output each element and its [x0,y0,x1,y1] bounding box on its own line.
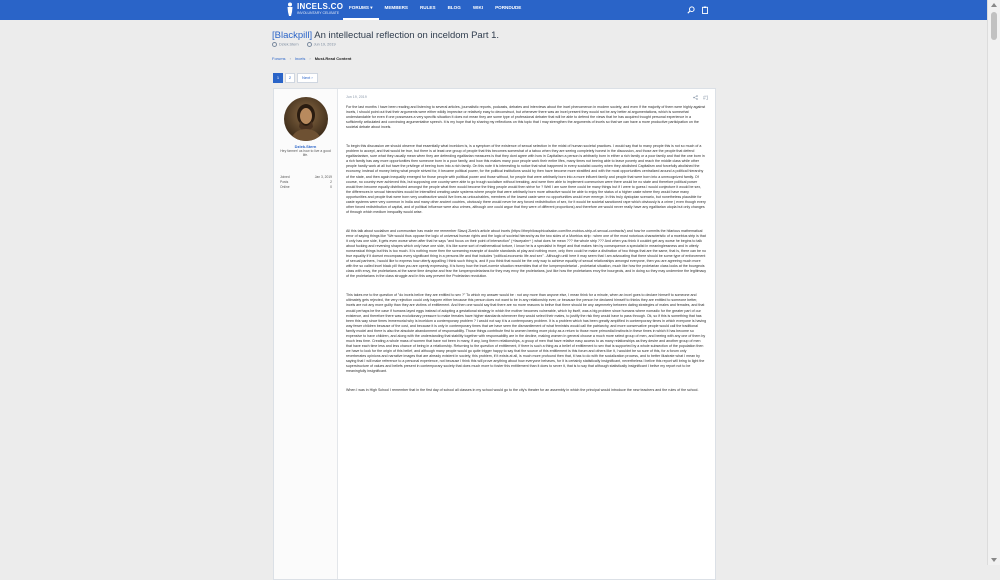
nav-porndude[interactable]: PORNDUDE [489,0,527,20]
post: Dzlek.Stern Hey farmer! us how to live a… [273,88,716,580]
scroll-down-arrow-icon[interactable] [991,558,997,562]
breadcrumb-separator-icon: › [289,56,291,61]
breadcrumb: Forums › Incels › Must-Read Content [272,56,351,61]
thread-author-name: Dzlek.Stern [279,42,299,47]
thread-prefix[interactable]: [Blackpill] [272,30,312,41]
clipboard-icon[interactable] [701,6,709,14]
breadcrumb-must-read[interactable]: Must-Read Content [315,56,352,61]
thread-title-text: An intellectual reflection on inceldom P… [314,30,500,41]
user-stat-online: Online 0 [280,185,332,189]
next-page-button[interactable]: Next › [297,73,318,83]
svg-text:#1: #1 [703,96,708,101]
post-body: For the last months I have been reading … [346,105,707,404]
user-stat-value: 0 [330,185,332,189]
thread-author[interactable]: Dzlek.Stern [272,42,299,47]
post-paragraph: All this talk about socialism and commun… [346,228,707,279]
search-icon[interactable] [687,6,695,14]
user-stat-value: 2 [330,180,332,184]
nav-rules[interactable]: RULES [414,0,442,20]
post-paragraph: This takes me to the question of "do inc… [346,293,707,374]
post-paragraph: To begin this discussion we should obser… [346,144,706,214]
user-stat-label: Posts [280,180,289,184]
top-navbar: INCELS.CO INVOLUNTARY CELIBATE FORUMS ▾ … [0,0,988,20]
breadcrumb-forums[interactable]: Forums [272,56,286,61]
share-icon[interactable] [693,95,698,100]
post-paragraph: When I was in High School I remember tha… [346,388,699,393]
thread-date[interactable]: Jun 19, 2019 [306,42,336,47]
post-user-cell: Dzlek.Stern Hey farmer! us how to live a… [274,89,338,579]
logo-tagline: INVOLUNTARY CELIBATE [297,11,340,15]
nav-forums[interactable]: FORUMS ▾ [343,0,379,20]
avatar-portrait [284,97,328,141]
clock-icon [306,42,312,47]
post-number-icon[interactable]: #1 [703,95,708,101]
nav-wiki[interactable]: WIKI [467,0,489,20]
nav-blog[interactable]: BLOG [442,0,467,20]
post-date[interactable]: Jun 19, 2019 [346,95,367,99]
scroll-up-arrow-icon[interactable] [991,3,997,7]
user-stat-label: Joined [280,175,290,179]
user-stat-value: Jan 3, 2019 [314,175,332,179]
page-scrollbar[interactable] [987,0,1000,565]
thread-meta: Dzlek.Stern Jun 19, 2019 [272,42,336,47]
page-1-button[interactable]: 1 [273,73,283,83]
user-title: Hey farmer! us how to live a good life. [280,149,331,157]
breadcrumb-separator-icon: › [309,56,311,61]
scrollbar-thumb[interactable] [991,12,997,40]
nav-members[interactable]: MEMBERS [379,0,414,20]
post-actions: #1 [693,95,708,100]
thread-date-text: Jun 19, 2019 [313,42,336,47]
user-icon [272,42,277,47]
chevron-down-icon: ▾ [370,5,373,10]
site-logo[interactable]: INCELS.CO INVOLUNTARY CELIBATE [286,2,343,16]
logo-figure-icon [287,2,293,16]
user-stat-label: Online [280,185,290,189]
thread-title: [Blackpill] An intellectual reflection o… [272,30,499,41]
user-stat-posts: Posts 2 [280,180,332,184]
page-2-button[interactable]: 2 [285,73,295,83]
user-stat-joined: Joined Jan 3, 2019 [280,175,332,179]
nav-forums-label: FORUMS [349,5,369,10]
main-nav: FORUMS ▾ MEMBERS RULES BLOG WIKI PORNDUD… [343,0,527,20]
header-actions [687,6,709,14]
pagination: 1 2 Next › [273,73,318,83]
post-paragraph: For the last months I have been reading … [346,105,706,130]
avatar[interactable] [284,97,328,141]
logo-text: INCELS.CO [297,2,344,11]
breadcrumb-incels[interactable]: Incels [295,56,305,61]
